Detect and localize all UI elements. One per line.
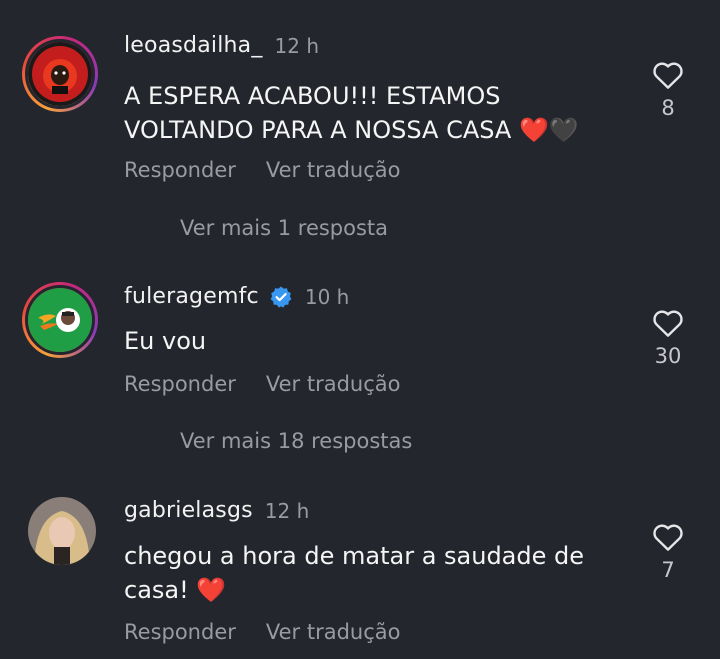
timestamp: 12 h [264,498,310,523]
like-button[interactable]: 30 [648,308,688,368]
profile-photo-icon [28,497,96,565]
username[interactable]: fuleragemfc [124,284,259,309]
avatar[interactable] [28,497,96,565]
leoas-logo-icon [28,42,92,106]
fuleragem-logo-icon [28,288,92,352]
avatar[interactable] [22,36,98,112]
like-count: 7 [661,558,675,582]
translate-button[interactable]: Ver tradução [266,158,401,182]
avatar[interactable] [22,282,98,358]
comment-actions: Responder Ver tradução [124,620,401,644]
view-more-replies-button[interactable]: Ver mais 18 respostas [180,429,412,453]
translate-button[interactable]: Ver tradução [266,620,401,644]
translate-button[interactable]: Ver tradução [266,372,401,396]
reply-button[interactable]: Responder [124,158,236,182]
like-button[interactable]: 7 [648,522,688,582]
heart-outline-icon[interactable] [652,308,684,338]
heart-outline-icon[interactable] [652,522,684,552]
comment-header: fuleragemfc 10 h [124,284,349,309]
like-count: 8 [661,96,675,120]
username[interactable]: gabrielasgs [124,498,253,523]
like-button[interactable]: 8 [648,60,688,120]
reply-button[interactable]: Responder [124,372,236,396]
like-count: 30 [654,344,682,368]
comment-actions: Responder Ver tradução [124,158,401,182]
username[interactable]: leoasdailha_ [124,33,263,58]
timestamp: 12 h [274,33,320,58]
reply-button[interactable]: Responder [124,620,236,644]
comment-text: Eu vou [124,327,207,355]
comment-text: A ESPERA ACABOU!!! ESTAMOS VOLTANDO PARA… [124,82,579,144]
heart-outline-icon[interactable] [652,60,684,90]
comment-header: gabrielasgs 12 h [124,498,309,523]
comment-header: leoasdailha_ 12 h [124,33,319,58]
timestamp: 10 h [304,284,350,309]
comment-actions: Responder Ver tradução [124,372,401,396]
comment-text: chegou a hora de matar a saudade de casa… [124,542,585,604]
verified-badge-icon [270,286,292,308]
view-more-replies-button[interactable]: Ver mais 1 resposta [180,216,388,240]
